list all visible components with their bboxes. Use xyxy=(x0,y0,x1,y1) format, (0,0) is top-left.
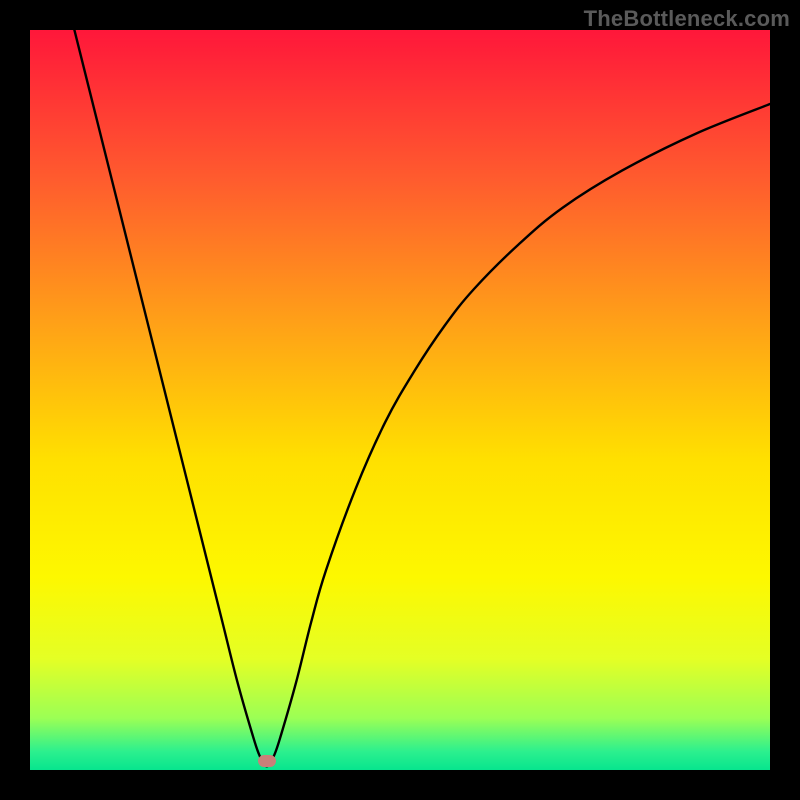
bottleneck-marker xyxy=(258,755,276,767)
curve-layer xyxy=(30,30,770,770)
plot-area xyxy=(30,30,770,770)
bottleneck-curve xyxy=(74,30,770,766)
chart-stage: TheBottleneck.com xyxy=(0,0,800,800)
watermark-text: TheBottleneck.com xyxy=(584,6,790,32)
